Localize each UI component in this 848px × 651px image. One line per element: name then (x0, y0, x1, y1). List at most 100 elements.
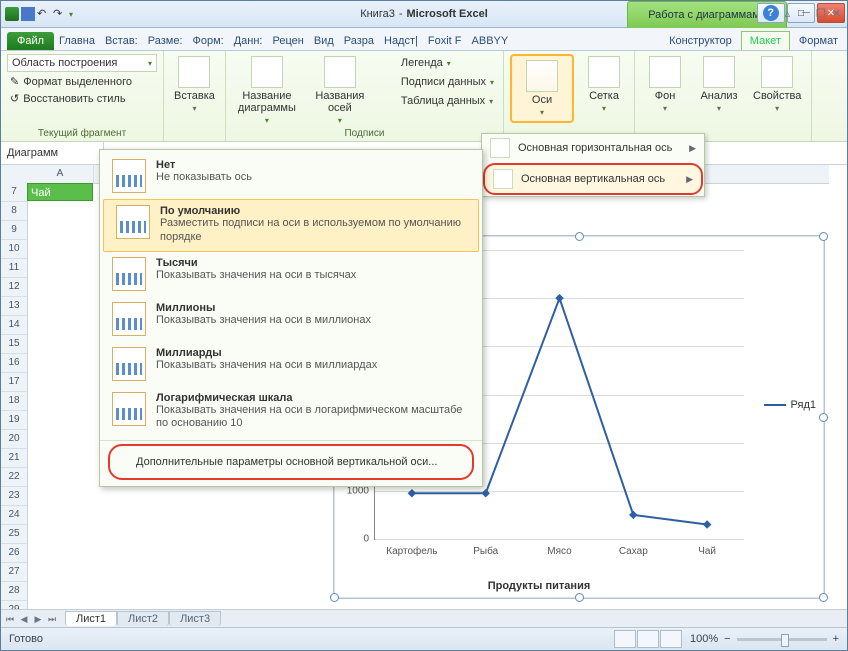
ribbon-tab[interactable]: Форм: (188, 31, 229, 50)
chart-legend[interactable]: Ряд1 (764, 399, 816, 411)
properties-button[interactable]: Свойства▾ (749, 54, 805, 115)
row-header[interactable]: 23 (1, 487, 27, 506)
zoom-in-icon[interactable]: + (833, 633, 839, 645)
sheet-tab[interactable]: Лист3 (169, 611, 221, 626)
view-buttons[interactable] (614, 630, 682, 648)
resize-handle[interactable] (819, 232, 828, 241)
primary-horizontal-axis-item[interactable]: Основная горизонтальная ось ▶ (482, 134, 704, 162)
tool-tab-конструктор[interactable]: Конструктор (660, 31, 741, 50)
row-header[interactable]: 18 (1, 392, 27, 411)
axis-titles-button[interactable]: Названия осей▾ (308, 54, 372, 127)
row-header[interactable]: 10 (1, 240, 27, 259)
row-header[interactable]: 15 (1, 335, 27, 354)
page-break-view-icon[interactable] (660, 630, 682, 648)
row-header[interactable]: 20 (1, 430, 27, 449)
insert-button[interactable]: Вставка▾ (170, 54, 219, 115)
qat-dropdown-icon[interactable]: ▾ (69, 10, 73, 19)
row-header[interactable]: 22 (1, 468, 27, 487)
ribbon-tab[interactable]: Рецен (268, 31, 309, 50)
axis-option-title: Тысячи (156, 257, 356, 269)
axis-option-item[interactable]: По умолчаниюРазместить подписи на оси в … (103, 199, 479, 252)
row-header[interactable]: 12 (1, 278, 27, 297)
tool-tab-формат[interactable]: Формат (790, 31, 847, 50)
axis-option-item[interactable]: МиллионыПоказывать значения на оси в мил… (100, 297, 482, 342)
row-header[interactable]: 24 (1, 506, 27, 525)
sheet-tab[interactable]: Лист1 (65, 611, 117, 626)
save-icon[interactable] (21, 7, 35, 21)
row-header[interactable]: 19 (1, 411, 27, 430)
background-button[interactable]: Фон▾ (641, 54, 689, 115)
axis-option-item[interactable]: МиллиардыПоказывать значения на оси в ми… (100, 342, 482, 387)
axis-option-item[interactable]: ТысячиПоказывать значения на оси в тысяч… (100, 252, 482, 297)
axis-option-icon (112, 392, 146, 426)
row-header[interactable]: 14 (1, 316, 27, 335)
doc-close-icon[interactable]: ✕ (832, 7, 841, 20)
name-box[interactable]: Диаграмм (1, 142, 104, 164)
ribbon-tab[interactable]: Вид (309, 31, 339, 50)
analysis-button[interactable]: Анализ▾ (695, 54, 743, 115)
cell-a7[interactable]: Чай (27, 183, 93, 201)
row-header[interactable]: 9 (1, 221, 27, 240)
normal-view-icon[interactable] (614, 630, 636, 648)
resize-handle[interactable] (819, 413, 828, 422)
row-header[interactable]: 8 (1, 202, 27, 221)
row-header[interactable]: 7 (1, 183, 27, 202)
doc-restore-icon[interactable]: ❐ (816, 7, 826, 20)
ribbon-tab[interactable]: Встав: (100, 31, 143, 50)
chart-title-button[interactable]: Название диаграммы▾ (232, 54, 302, 127)
row-header[interactable]: 27 (1, 563, 27, 582)
axes-button[interactable]: Оси▾ (510, 54, 574, 123)
gridlines-button[interactable]: Сетка▾ (580, 54, 628, 115)
help-icon[interactable]: ? (763, 5, 779, 21)
ribbon-tab[interactable]: Главна (54, 31, 100, 50)
axis-option-item[interactable]: Логарифмическая шкалаПоказывать значения… (100, 387, 482, 438)
legend-button[interactable]: Легенда ▾ (378, 54, 497, 72)
resize-handle[interactable] (575, 232, 584, 241)
ribbon-tab[interactable]: Данн: (229, 31, 268, 50)
data-table-button[interactable]: Таблица данных ▾ (378, 92, 497, 110)
resize-handle[interactable] (330, 593, 339, 602)
row-header[interactable]: 28 (1, 582, 27, 601)
title-separator: - (399, 8, 403, 20)
row-header[interactable]: 13 (1, 297, 27, 316)
x-axis-title[interactable]: Продукты питания (334, 580, 744, 592)
column-header[interactable]: A (27, 165, 94, 183)
zoom-out-icon[interactable]: − (724, 633, 730, 645)
row-header[interactable]: 17 (1, 373, 27, 392)
resize-handle[interactable] (819, 593, 828, 602)
ribbon-tab[interactable]: ABBYY (467, 31, 514, 50)
zoom-slider[interactable] (737, 638, 827, 641)
ribbon-tab[interactable]: Надст| (379, 31, 423, 50)
quick-access-toolbar: ↶ ↷ ▾ (1, 7, 73, 21)
zoom-control[interactable]: 100% − + (690, 633, 839, 645)
sheet-nav-arrows[interactable]: ⏮◀▶⏭ (3, 614, 59, 625)
sheet-tab[interactable]: Лист2 (117, 611, 169, 626)
row-header[interactable]: 11 (1, 259, 27, 278)
resize-handle[interactable] (575, 593, 584, 602)
axis-option-item[interactable]: НетНе показывать ось (100, 154, 482, 199)
row-header[interactable]: 16 (1, 354, 27, 373)
chart-element-selector[interactable]: Область построения▾ (7, 54, 157, 72)
more-vertical-axis-options[interactable]: Дополнительные параметры основной вертик… (108, 444, 474, 480)
tool-tab-макет[interactable]: Макет (741, 31, 790, 50)
row-header[interactable]: 26 (1, 544, 27, 563)
row-header[interactable]: 25 (1, 525, 27, 544)
file-tab[interactable]: Файл (7, 32, 54, 50)
reset-style-button[interactable]: ↺ Восстановить стиль (7, 91, 157, 106)
data-labels-icon (381, 74, 397, 90)
page-layout-view-icon[interactable] (637, 630, 659, 648)
row-header[interactable]: 21 (1, 449, 27, 468)
ribbon-tab[interactable]: Foxit F (423, 31, 467, 50)
legend-icon (381, 55, 397, 71)
format-selection-button[interactable]: ✎ Формат выделенного (7, 74, 157, 89)
ribbon-tab[interactable]: Разра (339, 31, 379, 50)
axis-option-title: Миллионы (156, 302, 371, 314)
data-labels-button[interactable]: Подписи данных ▾ (378, 73, 497, 91)
redo-icon[interactable]: ↷ (53, 7, 67, 21)
undo-icon[interactable]: ↶ (37, 7, 51, 21)
legend-label: Ряд1 (791, 399, 816, 411)
ribbon-minimize-icon[interactable]: ▵ (785, 7, 791, 20)
ribbon-tab[interactable]: Разме: (143, 31, 188, 50)
doc-minimize-icon[interactable]: ─ (802, 7, 810, 19)
primary-vertical-axis-item[interactable]: Основная вертикальная ось ▶ (483, 163, 703, 195)
